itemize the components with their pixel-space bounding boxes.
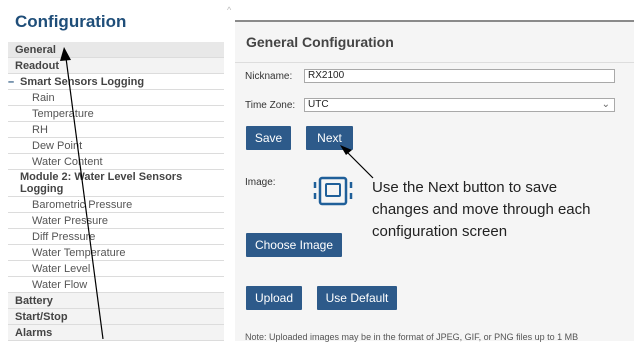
sidebar-item-barometric-pressure[interactable]: Barometric Pressure	[8, 197, 224, 213]
next-button[interactable]: Next	[306, 126, 353, 150]
sidebar-group-label: Smart Sensors Logging	[20, 76, 145, 88]
sidebar-item-diff-pressure[interactable]: Diff Pressure	[8, 229, 224, 245]
annotation-callout: Use the Next button to save changes and …	[372, 177, 634, 243]
sidebar-item-water-pressure[interactable]: Water Pressure	[8, 213, 224, 229]
collapse-dash-icon[interactable]: –	[8, 74, 20, 89]
sidebar-group-label: Module 2: Water Level Sensors Logging	[20, 171, 183, 195]
device-frame-icon	[313, 176, 353, 206]
upload-note: Note: Uploaded images may be in the form…	[245, 332, 579, 342]
sidebar-group-module-2[interactable]: –Module 2: Water Level Sensors Logging	[8, 170, 224, 197]
nickname-field[interactable]: RX2100	[304, 69, 615, 83]
sidebar: Configuration General Readout – Smart Sen…	[0, 0, 226, 341]
sidebar-item-readout[interactable]: Readout	[8, 58, 224, 74]
sidebar-item-water-temperature[interactable]: Water Temperature	[8, 245, 224, 261]
timezone-select[interactable]: UTC ⌄	[304, 98, 615, 112]
sidebar-group-smart-sensors[interactable]: – Smart Sensors Logging	[8, 74, 224, 90]
annotation-line: Use the Next button to save	[372, 179, 558, 196]
sidebar-item-start-stop[interactable]: Start/Stop	[8, 309, 224, 325]
collapse-dash-icon[interactable]: –	[8, 171, 20, 183]
divider	[235, 62, 634, 63]
annotation-line: changes and move through each	[372, 201, 591, 218]
use-default-button[interactable]: Use Default	[317, 286, 397, 310]
annotation-line: configuration screen	[372, 223, 508, 240]
save-button[interactable]: Save	[246, 126, 291, 150]
sidebar-item-battery[interactable]: Battery	[8, 293, 224, 309]
timezone-label: Time Zone:	[245, 100, 296, 111]
sidebar-item-dew-point[interactable]: Dew Point	[8, 138, 224, 154]
sidebar-item-rain[interactable]: Rain	[8, 90, 224, 106]
choose-image-button[interactable]: Choose Image	[246, 233, 342, 257]
sidebar-list: General Readout – Smart Sensors Logging R…	[8, 42, 224, 341]
nickname-label: Nickname:	[245, 71, 293, 82]
sidebar-title: Configuration	[15, 12, 127, 31]
sidebar-item-water-content[interactable]: Water Content	[8, 154, 224, 170]
sidebar-item-water-flow[interactable]: Water Flow	[8, 277, 224, 293]
upload-button[interactable]: Upload	[246, 286, 302, 310]
chevron-down-icon[interactable]: ⌄	[602, 99, 610, 111]
sidebar-item-water-level[interactable]: Water Level	[8, 261, 224, 277]
page-title: General Configuration	[246, 34, 394, 50]
sidebar-item-temperature[interactable]: Temperature	[8, 106, 224, 122]
sidebar-item-general[interactable]: General	[8, 42, 224, 58]
scroll-up-icon[interactable]: ^	[227, 6, 235, 15]
sidebar-item-rh[interactable]: RH	[8, 122, 224, 138]
image-label: Image:	[245, 177, 276, 188]
timezone-value: UTC	[308, 99, 329, 110]
